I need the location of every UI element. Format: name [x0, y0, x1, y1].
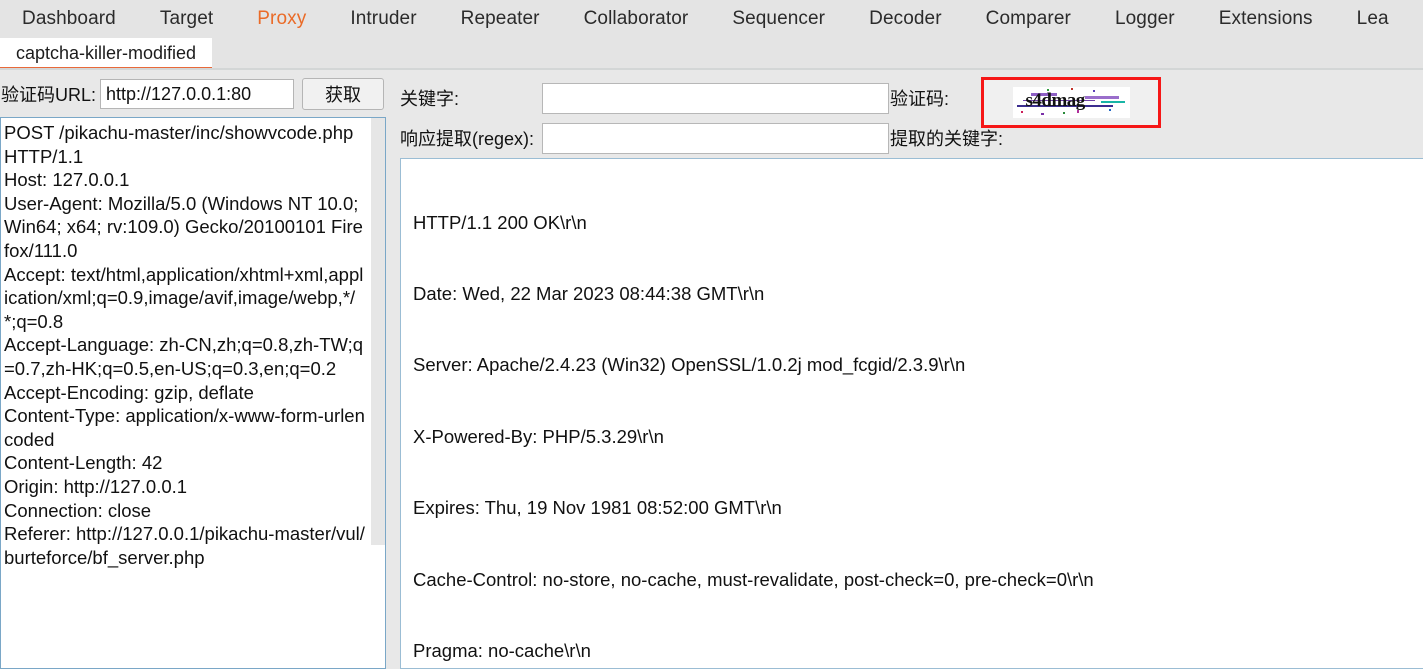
- extension-tab-bar: captcha-killer-modified: [0, 38, 1423, 70]
- response-header-line: Server: Apache/2.4.23 (Win32) OpenSSL/1.…: [413, 354, 966, 376]
- main-tab-logger[interactable]: Logger: [1093, 0, 1197, 38]
- captcha-noise-dot-1: [1020, 111, 1023, 113]
- response-text: HTTP/1.1 200 OK\r\n Date: Wed, 22 Mar 20…: [401, 159, 1423, 668]
- response-header-line: Cache-Control: no-store, no-cache, must-…: [413, 568, 1094, 590]
- main-tab-intruder[interactable]: Intruder: [328, 0, 438, 38]
- captcha-url-input[interactable]: [100, 79, 295, 109]
- response-panel[interactable]: HTTP/1.1 200 OK\r\n Date: Wed, 22 Mar 20…: [400, 158, 1423, 669]
- response-header-line: Date: Wed, 22 Mar 2023 08:44:38 GMT\r\n: [413, 282, 765, 304]
- captcha-noise-line-4: [1084, 96, 1119, 99]
- captcha-noise-dot-8: [1092, 90, 1095, 92]
- response-header-line: Expires: Thu, 19 Nov 1981 08:52:00 GMT\r…: [413, 497, 782, 519]
- regex-label: 响应提取(regex):: [400, 129, 535, 149]
- main-tab-repeater[interactable]: Repeater: [439, 0, 562, 38]
- main-tab-proxy[interactable]: Proxy: [235, 0, 328, 38]
- main-tab-comparer[interactable]: Comparer: [964, 0, 1093, 38]
- regex-input[interactable]: [542, 122, 889, 154]
- extraction-form: 关键字: 验证码: s4dmag 响应提取(regex): 提取的关键字:: [392, 70, 1423, 158]
- extracted-keyword-label: 提取的关键字:: [890, 129, 1004, 149]
- keyword-input[interactable]: [542, 82, 889, 114]
- sub-tab-captcha-killer-modified[interactable]: captcha-killer-modified: [0, 38, 213, 70]
- captcha-image: s4dmag: [1012, 87, 1130, 118]
- main-tab-dashboard[interactable]: Dashboard: [0, 0, 138, 38]
- keyword-label: 关键字:: [400, 89, 460, 109]
- main-tab-extensions[interactable]: Extensions: [1197, 0, 1335, 38]
- main-tab-sequencer[interactable]: Sequencer: [710, 0, 847, 38]
- right-column: 关键字: 验证码: s4dmag 响应提取(regex): 提取的关键字: HT…: [392, 70, 1423, 669]
- captcha-noise-line-5: [1100, 101, 1125, 103]
- request-scrollbar-thumb[interactable]: [371, 118, 385, 545]
- main-tab-decoder[interactable]: Decoder: [847, 0, 964, 38]
- response-header-line: Pragma: no-cache\r\n: [413, 639, 591, 661]
- request-scrollbar[interactable]: [371, 118, 385, 668]
- request-text: POST /pikachu-master/inc/showvcode.php H…: [4, 122, 365, 568]
- captcha-url-label: 验证码URL:: [1, 85, 97, 105]
- response-header-line: X-Powered-By: PHP/5.3.29\r\n: [413, 425, 664, 447]
- main-tab-learn[interactable]: Lea: [1335, 0, 1411, 38]
- fetch-button[interactable]: 获取: [302, 78, 385, 110]
- main-tab-bar: Dashboard Target Proxy Intruder Repeater…: [0, 0, 1423, 38]
- captcha-url-row: 验证码URL: 获取: [0, 72, 389, 116]
- keyword-row: 关键字: 验证码: s4dmag: [392, 77, 1423, 128]
- burp-suite-window: Dashboard Target Proxy Intruder Repeater…: [0, 0, 1423, 669]
- request-panel[interactable]: POST /pikachu-master/inc/showvcode.php H…: [0, 117, 386, 669]
- captcha-noise-dot-2: [1040, 113, 1044, 115]
- main-tab-collaborator[interactable]: Collaborator: [562, 0, 711, 38]
- response-header-line: HTTP/1.1 200 OK\r\n: [413, 211, 587, 233]
- captcha-noise-dot-3: [1062, 112, 1065, 114]
- regex-row: 响应提取(regex): 提取的关键字:: [392, 120, 1423, 156]
- main-tab-target[interactable]: Target: [138, 0, 235, 38]
- captcha-label: 验证码:: [890, 89, 950, 109]
- captcha-noise-dot-5: [1108, 109, 1111, 111]
- captcha-text: s4dmag: [1025, 90, 1086, 111]
